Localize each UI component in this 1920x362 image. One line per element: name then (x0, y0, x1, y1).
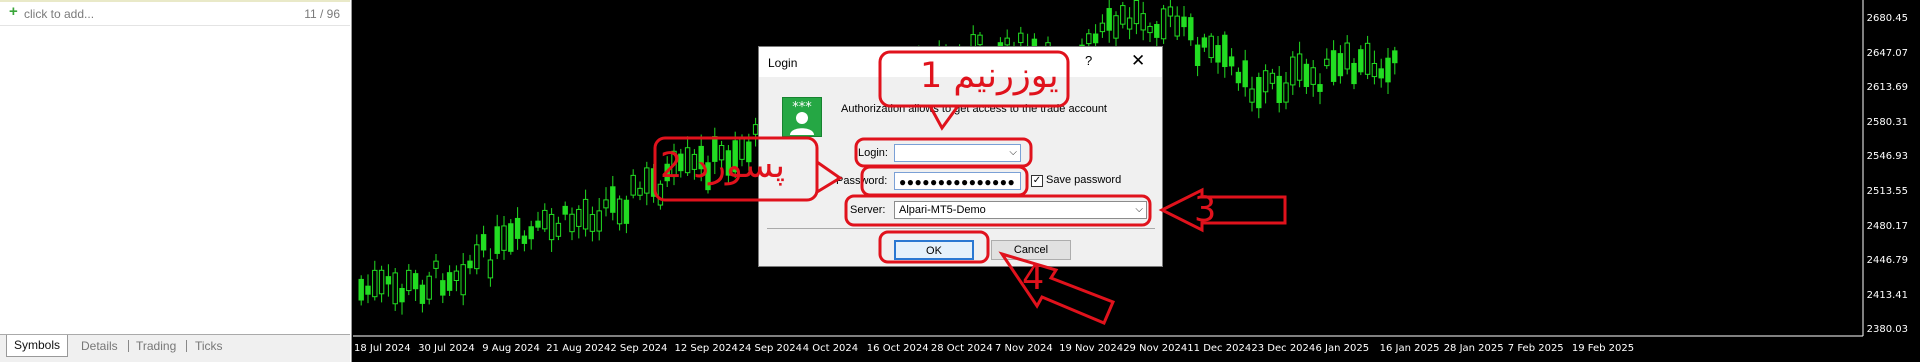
annotation-step3-text: 3 (1194, 190, 1217, 230)
annotation-login-highlight (854, 137, 1033, 168)
annotation-arrow-server (1158, 187, 1287, 233)
annotation-step4-text: 4 (1022, 258, 1045, 298)
annotation-pointer-username (928, 105, 960, 131)
annotation-server-highlight (844, 194, 1152, 227)
annotation-pointer-password (816, 160, 843, 194)
annotation-overlay (653, 50, 1287, 325)
annotation-ok-highlight (878, 230, 990, 264)
annotation-step1-text: 1 یوزرنیم (920, 56, 1059, 96)
annotation-step2-text: 2 پسورد (660, 146, 785, 186)
annotation-arrow-ok (998, 251, 1115, 325)
annotation-password-highlight (860, 165, 1029, 197)
